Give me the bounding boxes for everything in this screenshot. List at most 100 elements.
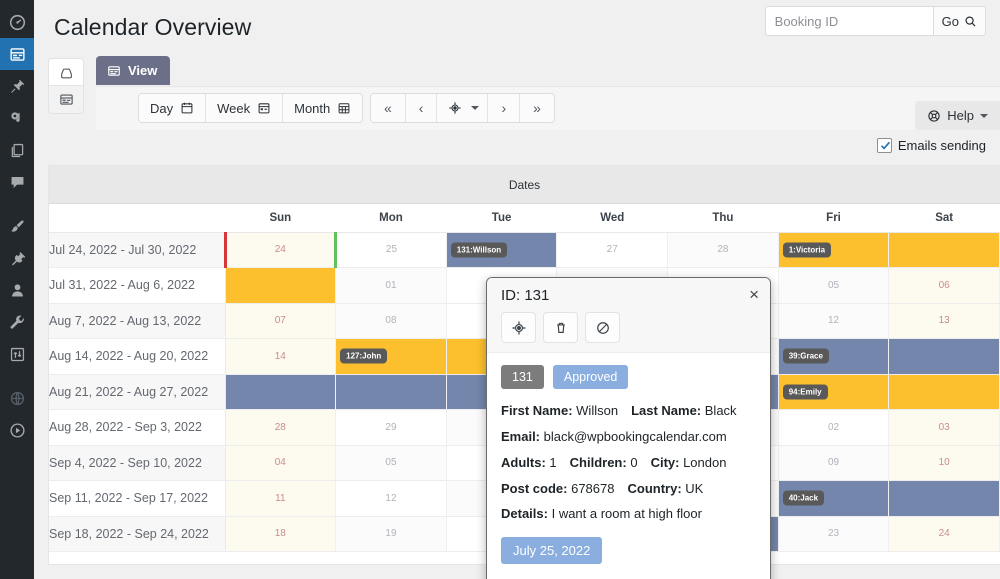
- booking-tag[interactable]: 1:Victoria: [782, 242, 832, 258]
- day-number: 28: [274, 421, 286, 433]
- calendar-day-cell[interactable]: 17: [888, 480, 1000, 517]
- calendar-day-cell[interactable]: 27: [556, 232, 669, 268]
- field-value: London: [683, 454, 727, 470]
- period-week-button[interactable]: Week: [206, 94, 284, 122]
- help-icon: [928, 109, 940, 122]
- day-number: 05: [385, 457, 397, 469]
- period-day-button[interactable]: Day: [139, 94, 207, 122]
- calendar-day-cell[interactable]: 24: [888, 516, 1000, 552]
- sidebar-item-comments[interactable]: [0, 166, 34, 198]
- help-button[interactable]: Help: [915, 101, 1000, 130]
- calendar-day-cell[interactable]: 2694:Emily: [778, 374, 890, 410]
- field-label: Details:: [501, 506, 548, 522]
- inbox-button[interactable]: [48, 58, 84, 86]
- calendar-day-cell[interactable]: 03: [888, 409, 1000, 446]
- calendar-day-cell[interactable]: 31: [225, 267, 337, 304]
- sidebar-item-booking-calendar[interactable]: [0, 38, 34, 70]
- chevron-down-icon[interactable]: [471, 106, 480, 110]
- day-number: 08: [385, 315, 397, 327]
- calendar-day-cell[interactable]: 19: [335, 516, 447, 552]
- last-page-button[interactable]: »: [520, 94, 554, 122]
- calendar-day-cell[interactable]: 11: [225, 480, 337, 517]
- day-number: 30: [939, 244, 950, 255]
- calendar-day-cell[interactable]: 28: [225, 409, 337, 446]
- calendar-day-cell[interactable]: 12: [335, 480, 447, 517]
- goto-booking-button[interactable]: [501, 312, 536, 343]
- day-number: 13: [938, 315, 950, 327]
- calendar-day-cell[interactable]: 05: [778, 267, 890, 304]
- search-input[interactable]: [764, 6, 933, 36]
- view-toolbar: Day Week Month « ‹ › » Help: [96, 86, 1000, 130]
- calendar-day-cell[interactable]: 07: [225, 303, 337, 339]
- sidebar-item-settings[interactable]: [0, 338, 34, 370]
- sidebar-item-posts[interactable]: [0, 70, 34, 102]
- status-badge[interactable]: Approved: [552, 365, 629, 389]
- collapse-menu-button[interactable]: [0, 414, 34, 446]
- first-page-button[interactable]: «: [371, 94, 406, 122]
- period-month-button[interactable]: Month: [283, 94, 363, 122]
- day-number: 26: [828, 386, 839, 397]
- day-number: 10: [938, 457, 950, 469]
- sidebar-item-dashboard[interactable]: [0, 6, 34, 38]
- sidebar-item-media[interactable]: [0, 102, 34, 134]
- calendar-day-cell[interactable]: 08: [335, 303, 447, 339]
- booking-tag[interactable]: 131:Willson: [450, 242, 508, 258]
- calendar-day-cell[interactable]: 24: [223, 232, 337, 268]
- booking-tag[interactable]: 39:Grace: [782, 348, 829, 364]
- calendar-day-cell[interactable]: 29: [335, 409, 447, 446]
- calendar-day-cell[interactable]: 27: [888, 374, 1000, 410]
- calendar-day-cell[interactable]: 01: [335, 267, 447, 304]
- booking-tag[interactable]: 40:Jack: [782, 490, 825, 506]
- sidebar-item-plugins[interactable]: [0, 242, 34, 274]
- calendar-day-cell[interactable]: 15127:John: [335, 338, 447, 375]
- calendar-day-cell[interactable]: 14: [225, 338, 337, 375]
- today-button[interactable]: [437, 94, 489, 122]
- booking-date-chip[interactable]: July 25, 2022: [501, 537, 603, 565]
- calendar-day-cell[interactable]: 04: [225, 445, 337, 481]
- prev-page-button[interactable]: ‹: [405, 94, 438, 122]
- media-icon: [10, 111, 20, 122]
- tab-view[interactable]: View: [96, 56, 171, 85]
- calendar-day-cell[interactable]: 26131:Willson: [446, 232, 558, 268]
- sidebar-item-site[interactable]: [0, 382, 34, 414]
- field-label: First Name:: [501, 403, 573, 418]
- calendar-day-cell[interactable]: 291:Victoria: [778, 232, 890, 268]
- calendar-day-cell[interactable]: 30: [888, 232, 1000, 268]
- sidebar-item-tools[interactable]: [0, 306, 34, 338]
- sidebar-item-users[interactable]: [0, 274, 34, 306]
- next-page-button[interactable]: ›: [488, 94, 521, 122]
- booking-tag[interactable]: 127:John: [340, 348, 388, 364]
- reject-booking-button[interactable]: [585, 312, 620, 343]
- calendar-day-cell[interactable]: 22: [335, 374, 447, 410]
- calendar-day-cell[interactable]: 06: [888, 267, 1000, 304]
- calendar-day-cell[interactable]: 09: [778, 445, 890, 481]
- booking-tag[interactable]: 94:Emily: [782, 384, 828, 400]
- delete-booking-button[interactable]: [543, 312, 578, 343]
- toolbar: View Day Week Month « ‹ › » Help: [34, 56, 1000, 132]
- calendar-day-cell[interactable]: 12: [778, 303, 890, 339]
- calendar-day-cell[interactable]: 1939:Grace: [778, 338, 890, 375]
- calendar-day-cell[interactable]: 28: [667, 232, 779, 268]
- calendar-day-cell[interactable]: 20: [888, 338, 1000, 375]
- calendar-day-cell[interactable]: 05: [335, 445, 447, 481]
- weekday-header-sat: Sat: [888, 204, 1000, 233]
- sidebar-item-appearance[interactable]: [0, 210, 34, 242]
- close-icon[interactable]: ×: [749, 286, 759, 303]
- day-number: 28: [717, 244, 729, 256]
- pages-icon: [11, 143, 23, 157]
- calendar-day-cell[interactable]: 25: [334, 232, 447, 268]
- calendar-day-cell[interactable]: 18: [225, 516, 337, 552]
- calendar-day-cell[interactable]: 02: [778, 409, 890, 446]
- emails-sending-checkbox[interactable]: [876, 138, 892, 153]
- calendar-day-cell[interactable]: 23: [778, 516, 890, 552]
- calendar-card-button[interactable]: [48, 86, 84, 114]
- search-go-button[interactable]: Go: [932, 6, 986, 36]
- calendar-day-cell[interactable]: 13: [888, 303, 1000, 339]
- calendar-day-cell[interactable]: 10: [888, 445, 1000, 481]
- period-day-label: Day: [150, 100, 174, 116]
- calendar-day-cell[interactable]: 21: [225, 374, 337, 410]
- field-value: 0: [630, 454, 638, 470]
- sidebar-item-pages[interactable]: [0, 134, 34, 166]
- calendar-day-cell[interactable]: 1640:Jack: [778, 480, 890, 517]
- day-number: 27: [606, 244, 618, 256]
